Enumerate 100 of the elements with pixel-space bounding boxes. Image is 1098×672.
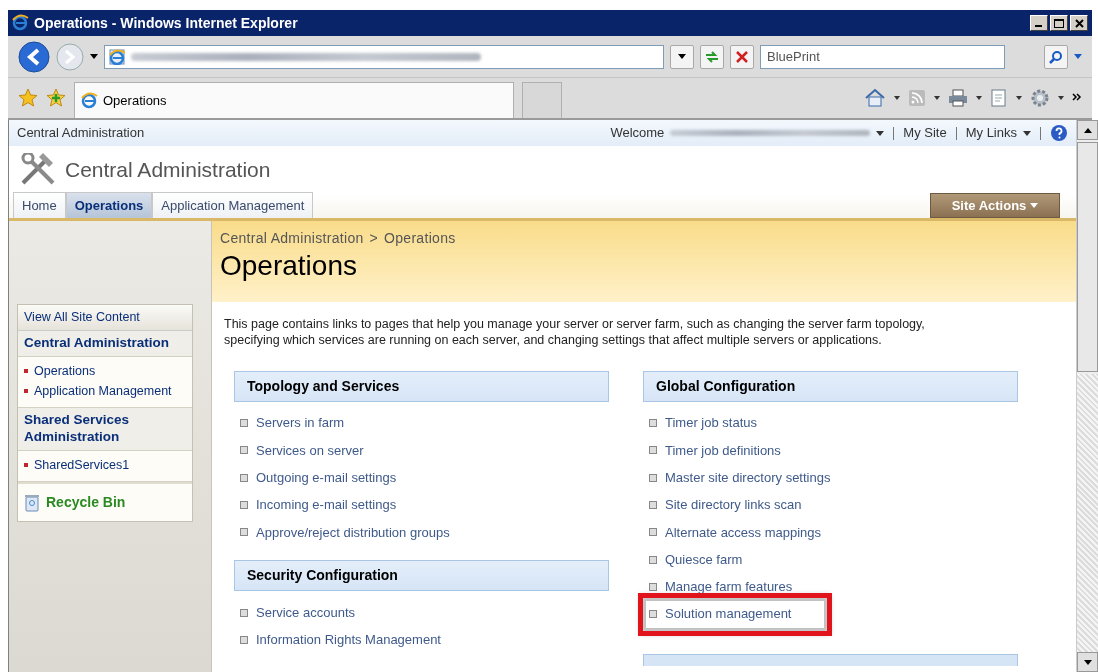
nav-tab[interactable]: Operations bbox=[65, 191, 153, 218]
site-actions-button[interactable]: Site Actions bbox=[930, 193, 1060, 218]
help-icon[interactable] bbox=[1050, 124, 1068, 142]
bullet-icon bbox=[24, 462, 28, 467]
bullet-icon bbox=[649, 555, 657, 564]
bullet-icon bbox=[24, 368, 28, 373]
caret-icon[interactable] bbox=[876, 130, 885, 136]
operation-link[interactable]: Approve/reject distribution groups bbox=[256, 522, 450, 543]
close-button[interactable] bbox=[1070, 15, 1088, 31]
search-field[interactable]: BluePrint bbox=[760, 44, 1005, 69]
maximize-icon bbox=[1054, 18, 1064, 28]
add-favorite-icon[interactable] bbox=[46, 88, 66, 108]
browser-logo-icon bbox=[81, 91, 99, 110]
bullet-icon bbox=[240, 446, 248, 455]
bullet-icon bbox=[649, 528, 657, 537]
dropdown-caret-icon[interactable] bbox=[934, 95, 940, 101]
site-title: Central Administration bbox=[65, 157, 271, 184]
search-icon bbox=[1049, 49, 1063, 64]
scroll-thumb[interactable] bbox=[1077, 142, 1098, 372]
browser-tab[interactable]: Operations bbox=[74, 82, 514, 118]
bullet-icon bbox=[240, 608, 248, 617]
nav-link[interactable]: SharedServices1 bbox=[34, 456, 130, 474]
bullet-icon bbox=[240, 419, 248, 428]
operation-link[interactable]: Outgoing e-mail settings bbox=[256, 468, 397, 488]
bullet-icon bbox=[240, 473, 248, 482]
browser-logo-icon bbox=[12, 14, 30, 32]
dropdown-caret-icon[interactable] bbox=[1016, 95, 1022, 101]
nav-tab[interactable]: Application Management bbox=[152, 191, 314, 218]
window-title: Operations - Windows Internet Explorer bbox=[34, 13, 298, 33]
breadcrumb-link[interactable]: Central Administration bbox=[220, 228, 364, 249]
dropdown-caret-icon[interactable] bbox=[976, 95, 982, 101]
bullet-icon bbox=[649, 610, 657, 619]
nav-link[interactable]: Application Management bbox=[34, 382, 172, 400]
up-arrow-icon[interactable] bbox=[1083, 127, 1092, 133]
operation-link[interactable]: Site directory links scan bbox=[665, 495, 802, 515]
user-link[interactable]: My Links bbox=[965, 123, 1017, 143]
operation-link[interactable]: Incoming e-mail settings bbox=[256, 495, 397, 515]
address-dropdown-button[interactable] bbox=[670, 44, 694, 69]
maximize-button[interactable] bbox=[1050, 15, 1068, 31]
refresh-icon bbox=[704, 49, 720, 64]
breadcrumb-link[interactable]: Operations bbox=[384, 228, 456, 249]
operation-link[interactable]: Alternate access mappings bbox=[665, 522, 822, 543]
operation-link[interactable]: Timer job status bbox=[665, 413, 757, 433]
caret-icon[interactable] bbox=[1023, 130, 1031, 136]
dropdown-caret-icon[interactable] bbox=[90, 53, 98, 60]
dropdown-caret-icon[interactable] bbox=[894, 95, 900, 101]
operation-link[interactable]: Information Rights Management bbox=[256, 630, 441, 650]
bullet-icon bbox=[24, 388, 28, 393]
bullet-icon bbox=[649, 419, 657, 428]
user-link[interactable]: My Site bbox=[903, 123, 947, 143]
operation-link[interactable]: Master site directory settings bbox=[665, 468, 831, 488]
nav-heading[interactable]: Central Administration bbox=[18, 330, 192, 357]
chevron-icon[interactable] bbox=[1072, 93, 1082, 103]
minimize-button[interactable] bbox=[1030, 15, 1048, 31]
trash-can-icon bbox=[24, 493, 40, 512]
bullet-icon bbox=[649, 446, 657, 455]
page-description: This page contains links to pages that help you manage your server or server farm, such as changing the server farm topology, specifying which services are running on each server, and changing settings that affect multiple servers or applications. bbox=[223, 316, 926, 349]
close-icon bbox=[1074, 18, 1084, 28]
operation-link[interactable]: Solution management bbox=[665, 604, 792, 624]
scrollbar[interactable] bbox=[1076, 120, 1098, 672]
recycle-bin-link[interactable]: Recycle Bin bbox=[46, 492, 126, 514]
search-button[interactable] bbox=[1044, 44, 1068, 69]
star-icon[interactable] bbox=[18, 88, 38, 108]
section-heading: Topology and Services bbox=[234, 370, 609, 402]
operation-link[interactable]: Quiesce farm bbox=[665, 549, 743, 570]
bullet-icon bbox=[649, 582, 657, 591]
bullet-icon bbox=[649, 473, 657, 482]
dropdown-caret-icon[interactable] bbox=[1058, 95, 1064, 101]
operation-link[interactable]: Services on server bbox=[256, 440, 364, 461]
caret-icon bbox=[1030, 203, 1039, 208]
operation-link[interactable]: Service accounts bbox=[256, 602, 355, 623]
section-heading: Global Configuration bbox=[643, 370, 1018, 402]
operation-link[interactable]: Timer job definitions bbox=[665, 440, 781, 461]
site-name-label: Central Administration bbox=[17, 124, 145, 143]
bullet-icon bbox=[240, 635, 248, 644]
operation-link[interactable]: Manage farm features bbox=[665, 577, 793, 597]
stop-button[interactable] bbox=[730, 44, 754, 69]
bullet-icon bbox=[240, 501, 248, 510]
page-title: Operations bbox=[220, 249, 358, 283]
view-all-link[interactable]: View All Site Content bbox=[18, 305, 192, 331]
operation-link[interactable]: Servers in farm bbox=[256, 413, 345, 433]
breadcrumb-separator: > bbox=[369, 229, 379, 248]
welcome-label[interactable]: Welcome bbox=[610, 123, 665, 143]
home-icon[interactable] bbox=[864, 88, 886, 108]
bullet-icon bbox=[240, 528, 248, 537]
back-button[interactable] bbox=[18, 40, 50, 73]
caret-icon bbox=[678, 53, 686, 60]
nav-tab[interactable]: Home bbox=[13, 191, 66, 218]
nav-heading[interactable]: Shared Services Administration bbox=[18, 408, 192, 451]
stop-icon bbox=[736, 50, 748, 63]
refresh-button[interactable] bbox=[700, 44, 724, 69]
bullet-icon bbox=[649, 501, 657, 510]
nav-link[interactable]: Operations bbox=[34, 362, 96, 379]
section-heading: Security Configuration bbox=[234, 560, 609, 591]
settings-icon[interactable] bbox=[1030, 88, 1050, 108]
browser-tab-label: Operations bbox=[103, 91, 167, 110]
address-bar[interactable] bbox=[104, 44, 664, 69]
down-arrow-icon[interactable] bbox=[1083, 659, 1092, 665]
printer-icon[interactable] bbox=[948, 89, 968, 107]
page-icon bbox=[109, 48, 125, 65]
